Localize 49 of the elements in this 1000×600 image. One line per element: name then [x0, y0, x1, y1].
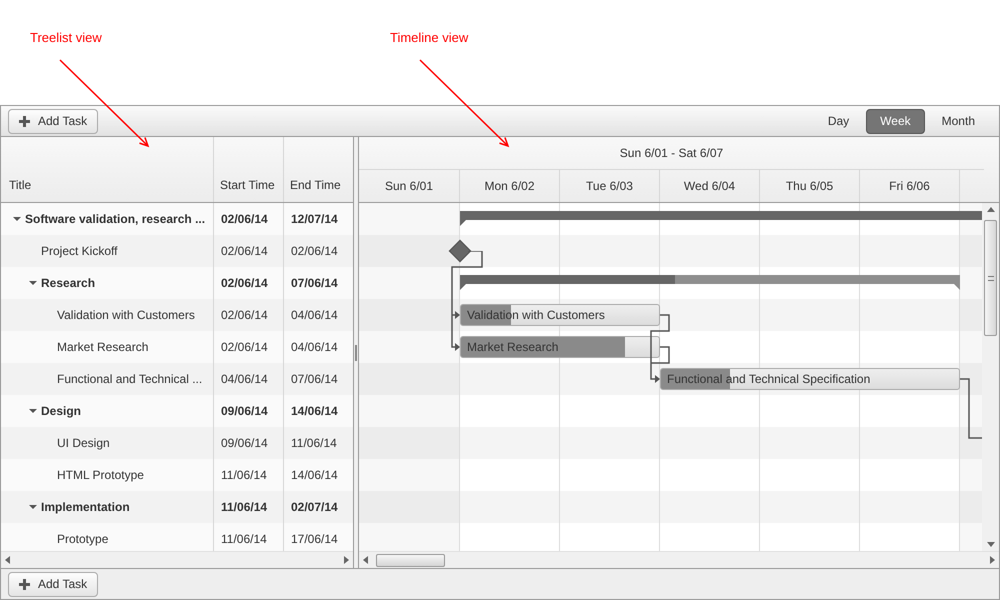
day-header: Tue 6/03 — [560, 170, 660, 202]
task-title: Validation with Customers — [57, 307, 195, 324]
day-header: Sun 6/01 — [359, 170, 460, 202]
view-tab[interactable]: Month — [928, 108, 988, 134]
task-title: Project Kickoff — [41, 243, 118, 260]
collapse-icon[interactable] — [29, 279, 37, 287]
task-title: HTML Prototype — [57, 467, 144, 484]
scroll-down-icon[interactable] — [986, 542, 995, 547]
scroll-thumb[interactable] — [984, 220, 998, 336]
column-header[interactable]: Start Time — [213, 137, 283, 202]
collapse-icon[interactable] — [29, 503, 37, 511]
task-title: Design — [41, 403, 82, 420]
vertical-scrollbar[interactable] — [982, 203, 999, 551]
dependency-arrow — [650, 314, 670, 383]
plus-icon — [19, 116, 30, 126]
task-title: Implementation — [41, 499, 130, 516]
scroll-left-icon[interactable] — [5, 556, 10, 564]
day-header: Wed 6/04 — [660, 170, 760, 202]
horizontal-scrollbar[interactable] — [359, 551, 999, 568]
day-header: Thu 6/05 — [760, 170, 860, 202]
scroll-thumb[interactable] — [376, 554, 445, 566]
summary-bar[interactable] — [460, 275, 960, 290]
plus-icon — [19, 578, 30, 590]
task-title: Prototype — [57, 531, 108, 548]
scroll-up-icon[interactable] — [986, 207, 995, 212]
task-bar[interactable]: Functional and Technical Specification — [660, 368, 960, 390]
task-title: Software validation, research ... — [25, 211, 206, 228]
add-task-button[interactable]: Add Task — [8, 108, 98, 134]
annotation-label: Timeline view — [390, 29, 468, 47]
view-tab[interactable]: Week — [866, 108, 925, 134]
collapse-icon[interactable] — [13, 215, 21, 223]
horizontal-scrollbar[interactable] — [1, 551, 353, 568]
collapse-icon[interactable] — [29, 407, 37, 415]
day-header: Mon 6/02 — [460, 170, 560, 202]
task-bar[interactable]: Market Research — [460, 336, 660, 358]
task-title: Functional and Technical ... — [57, 371, 202, 388]
task-title: Research — [41, 275, 96, 292]
column-header[interactable]: Title — [1, 137, 213, 202]
annotation-label: Treelist view — [30, 29, 102, 47]
day-header: Fri 6/06 — [860, 170, 960, 202]
task-title: UI Design — [57, 435, 110, 452]
scroll-left-icon[interactable] — [363, 556, 368, 564]
task-title: Market Research — [57, 339, 148, 356]
view-tab[interactable]: Day — [814, 108, 862, 134]
scroll-right-icon[interactable] — [344, 556, 349, 564]
scroll-right-icon[interactable] — [990, 556, 995, 564]
dependency-line — [960, 378, 982, 439]
week-range-header: Sun 6/01 - Sat 6/07 — [620, 144, 724, 162]
add-task-button[interactable]: Add Task — [8, 572, 98, 596]
